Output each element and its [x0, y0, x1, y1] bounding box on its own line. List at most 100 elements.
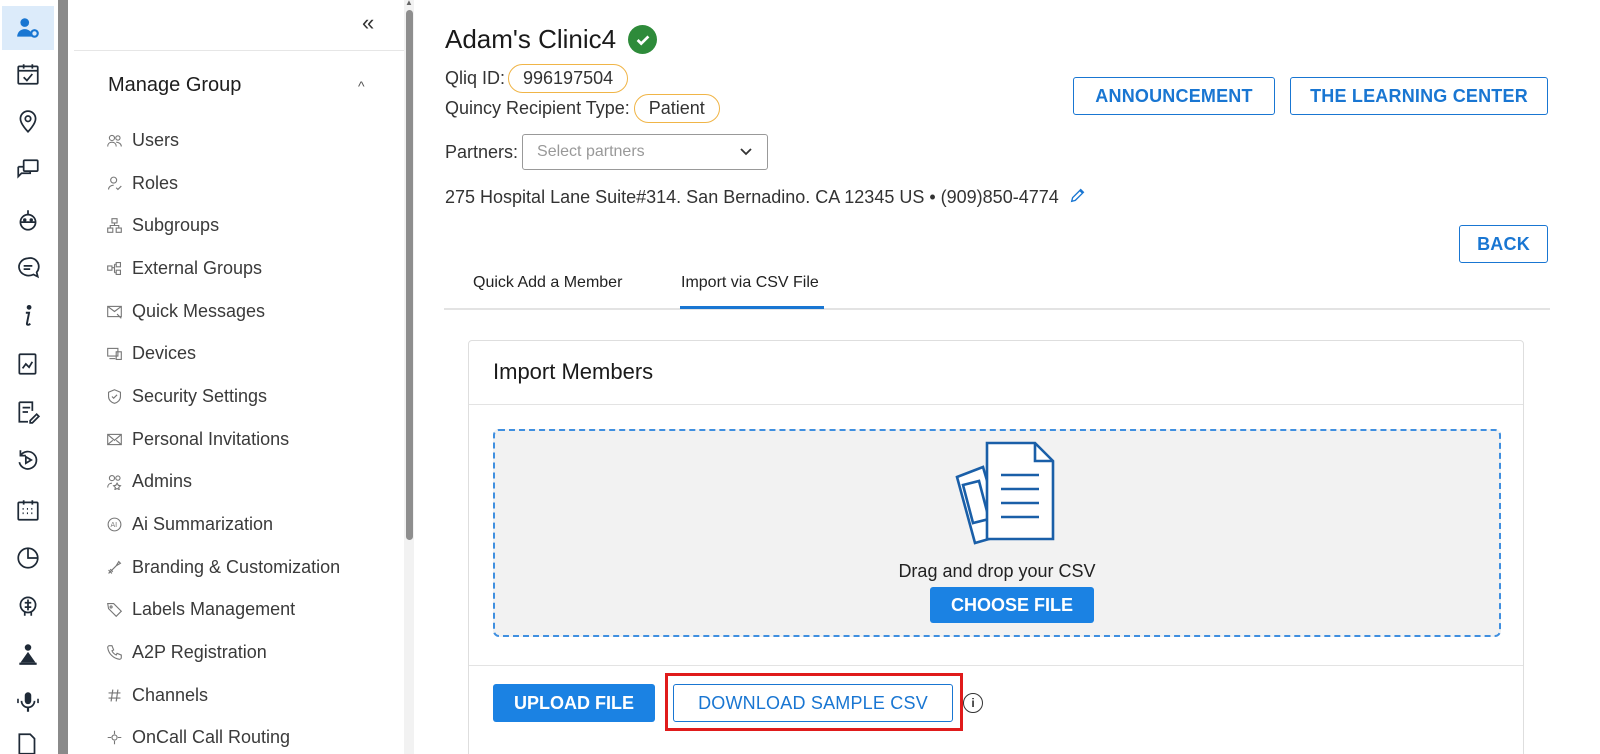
sidebar-item-label: External Groups: [132, 257, 263, 278]
partners-label: Partners:: [445, 141, 519, 162]
chevron-up-icon[interactable]: ^: [358, 78, 365, 94]
sidebar-item-label: Channels: [132, 684, 209, 705]
import-members-card: Import Members Drag and drop your CSV CH…: [468, 340, 1524, 754]
location-pin-icon[interactable]: [6, 104, 50, 140]
recipient-type-label: Quincy Recipient Type:: [445, 98, 630, 118]
sidebar-item-oncall-call-routing[interactable]: OnCall Call Routing: [104, 722, 290, 752]
sidebar-scrollbar-thumb[interactable]: [406, 10, 413, 540]
message-icon[interactable]: [6, 250, 50, 286]
sidebar-item-users[interactable]: Users: [104, 125, 179, 155]
upload-file-button[interactable]: UPLOAD FILE: [493, 684, 655, 722]
info-circle-icon[interactable]: i: [963, 693, 983, 713]
tag-icon: [104, 599, 124, 619]
sidebar-item-label: Users: [132, 129, 180, 150]
csv-dropzone[interactable]: Drag and drop your CSV CHOOSE FILE: [493, 429, 1501, 637]
icon-rail: [0, 0, 56, 754]
sidebar-item-quick-messages[interactable]: Quick Messages: [104, 296, 265, 326]
choose-file-button[interactable]: CHOOSE FILE: [930, 587, 1094, 623]
qliq-id-row: Qliq ID: 996197504: [445, 64, 629, 93]
sidebar-item-label: Admins: [132, 470, 193, 491]
sidebar-header-divider: [74, 50, 404, 51]
recipient-type-badge: Patient: [633, 94, 720, 123]
users-icon: [104, 130, 124, 150]
envelope-icon: [104, 429, 124, 449]
voice-icon[interactable]: [6, 684, 50, 720]
sidebar-item-admins[interactable]: Admins: [104, 466, 192, 496]
sidebar-group-title[interactable]: Manage Group: [108, 74, 241, 97]
partners-placeholder: Select partners: [537, 143, 645, 160]
document-icon: [955, 441, 1055, 545]
phone-icon: [104, 642, 124, 662]
chat-bubbles-icon[interactable]: [6, 152, 50, 188]
roles-icon: [104, 173, 124, 193]
sidebar-item-channels[interactable]: Channels: [104, 680, 208, 710]
sidebar-item-roles[interactable]: Roles: [104, 168, 178, 198]
tab-quick-add-member[interactable]: Quick Add a Member: [473, 274, 622, 292]
subgroups-icon: [104, 215, 124, 235]
org-icon[interactable]: [6, 636, 50, 672]
sidebar: « Manage Group ^ Users Roles Subgroups E…: [74, 0, 404, 754]
announcement-button[interactable]: ANNOUNCEMENT: [1073, 77, 1275, 115]
page-title-row: Adam's Clinic4: [445, 24, 658, 55]
shield-icon: [104, 386, 124, 406]
branding-icon: [104, 557, 124, 577]
devices-icon: [104, 343, 124, 363]
sidebar-item-label: Ai Summarization: [132, 513, 274, 534]
sidebar-item-label: Devices: [132, 342, 197, 363]
sidebar-item-ai-summarization[interactable]: AI Ai Summarization: [104, 509, 273, 539]
tab-bar: Quick Add a Member Import via CSV File: [444, 264, 1550, 310]
pie-chart-icon[interactable]: [6, 540, 50, 576]
edit-note-icon[interactable]: [6, 394, 50, 430]
tab-import-csv[interactable]: Import via CSV File: [681, 274, 819, 292]
sidebar-item-label: Security Settings: [132, 385, 268, 406]
partners-select[interactable]: Select partners: [522, 134, 769, 170]
sidebar-item-label: A2P Registration: [132, 641, 267, 662]
sidebar-item-external-groups[interactable]: External Groups: [104, 253, 262, 283]
partners-row: Partners: Select partners: [445, 134, 769, 170]
sidebar-item-label: Quick Messages: [132, 300, 266, 321]
collapse-sidebar-button[interactable]: «: [362, 8, 374, 38]
sidebar-item-subgroups[interactable]: Subgroups: [104, 210, 219, 240]
quick-messages-icon: [104, 301, 124, 321]
scroll-up-arrow-icon[interactable]: ▲: [405, 0, 413, 7]
sidebar-item-devices[interactable]: Devices: [104, 338, 196, 368]
external-groups-icon: [104, 258, 124, 278]
sidebar-item-personal-invitations[interactable]: Personal Invitations: [104, 424, 289, 454]
sidebar-item-security-settings[interactable]: Security Settings: [104, 381, 267, 411]
sidebar-item-label: Roles: [132, 172, 179, 193]
card-title: Import Members: [493, 359, 654, 384]
replay-icon[interactable]: [6, 442, 50, 478]
sidebar-item-branding-customization[interactable]: Branding & Customization: [104, 552, 340, 582]
user-settings-icon[interactable]: [2, 6, 54, 50]
routing-icon: [104, 727, 124, 747]
qliq-id-label: Qliq ID:: [445, 68, 506, 88]
sidebar-item-label: Branding & Customization: [132, 556, 341, 577]
dropzone-text: Drag and drop your CSV: [898, 561, 1096, 581]
learning-center-button[interactable]: THE LEARNING CENTER: [1290, 77, 1548, 115]
sidebar-item-a2p-registration[interactable]: A2P Registration: [104, 637, 267, 667]
edit-pencil-icon[interactable]: [1069, 186, 1087, 209]
export-icon[interactable]: [6, 726, 50, 754]
calendar-check-icon[interactable]: [6, 56, 50, 92]
admins-icon: [104, 471, 124, 491]
sidebar-item-label: Subgroups: [132, 214, 220, 235]
active-tab-indicator: [680, 306, 824, 309]
svg-text:AI: AI: [110, 521, 117, 529]
main-content: Adam's Clinic4 Qliq ID: 996197504 Quincy…: [414, 0, 1600, 754]
card-footer-divider: [469, 665, 1523, 666]
qliq-id-badge: 996197504: [508, 64, 629, 93]
bot-icon[interactable]: [6, 202, 50, 238]
sidebar-item-labels-management[interactable]: Labels Management: [104, 594, 295, 624]
card-header-divider: [469, 404, 1523, 405]
chevron-down-icon: [740, 148, 752, 156]
sidebar-item-label: Personal Invitations: [132, 428, 290, 449]
hash-icon: [104, 685, 124, 705]
report-icon[interactable]: [6, 346, 50, 382]
verified-check-icon: [628, 25, 658, 54]
calendar-grid-icon[interactable]: [6, 492, 50, 528]
info-icon[interactable]: [6, 298, 50, 334]
back-button[interactable]: BACK: [1459, 225, 1548, 263]
address-text: 275 Hospital Lane Suite#314. San Bernadi…: [445, 187, 1059, 207]
ai-head-icon[interactable]: [6, 588, 50, 624]
recipient-type-row: Quincy Recipient Type: Patient: [445, 94, 720, 123]
